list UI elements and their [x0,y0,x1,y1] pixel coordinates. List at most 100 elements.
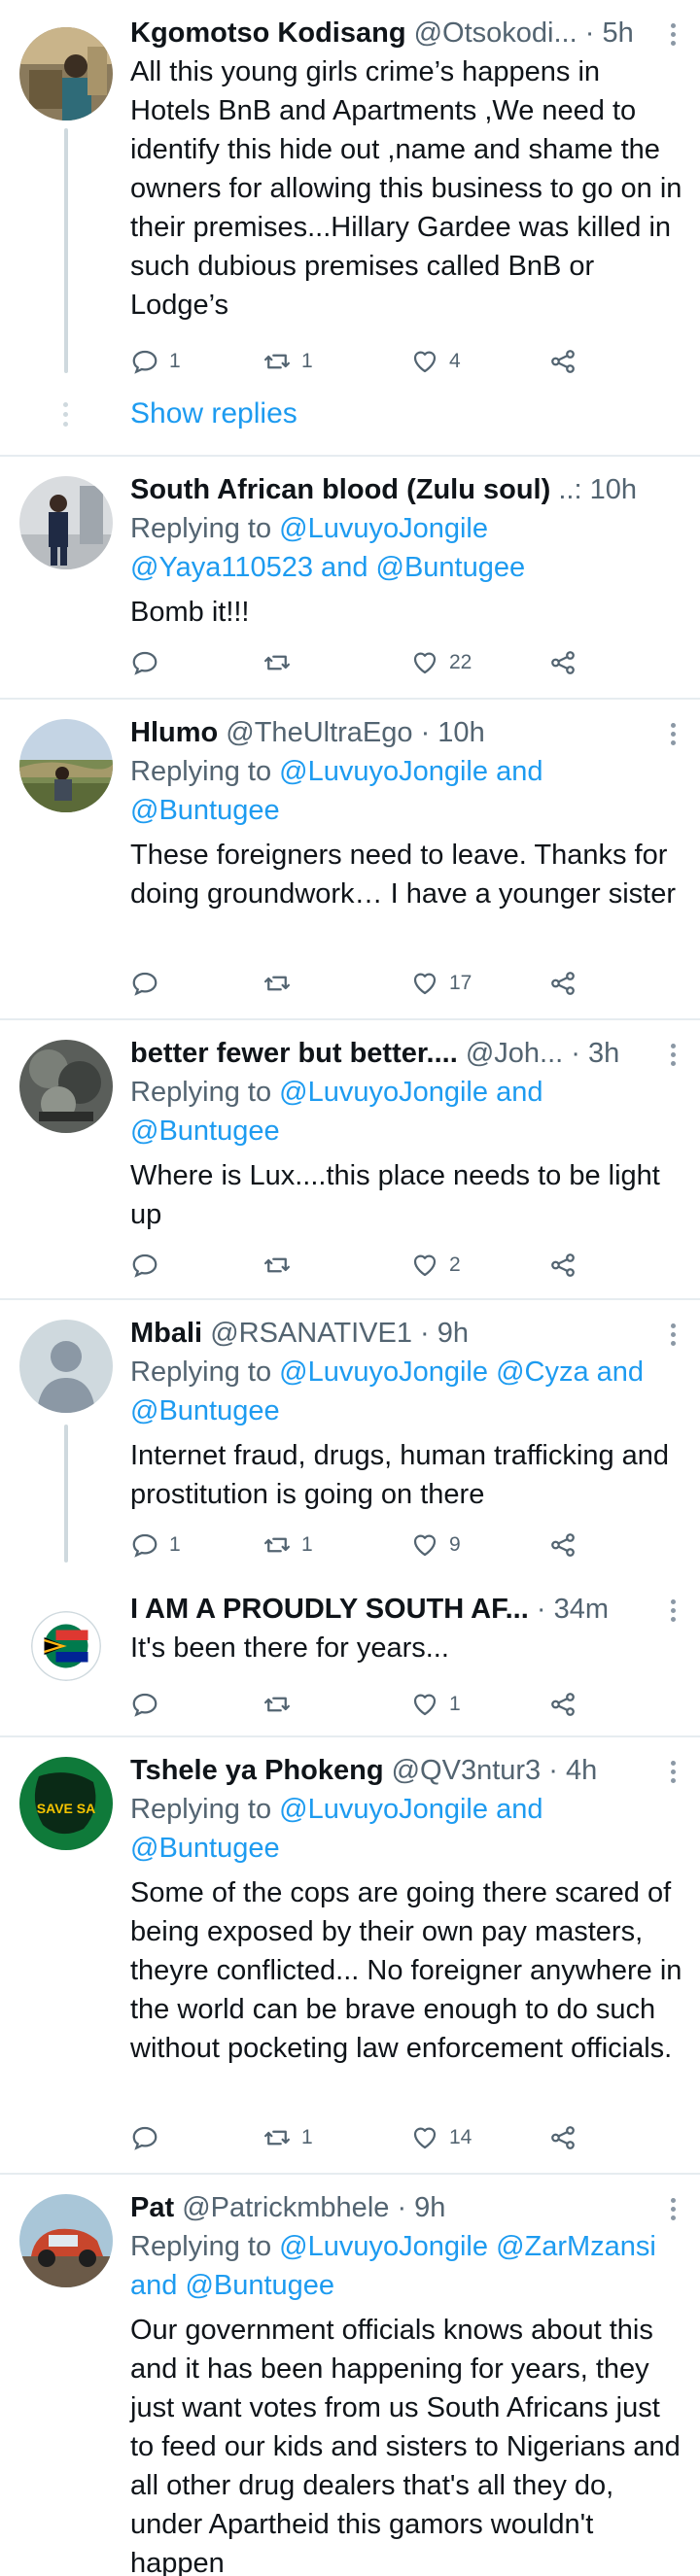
retweet-icon [264,1257,290,1273]
more-options-icon[interactable] [671,23,679,49]
reply-button[interactable] [130,964,159,1003]
retweet-button[interactable]: 1 [262,1526,313,1564]
mention-link[interactable]: @Buntugee [130,1833,280,1864]
mention-link[interactable]: @Buntugee [130,795,280,826]
like-button[interactable]: 2 [410,1246,461,1285]
tweet-text: All this young girls crime’s happens in … [130,56,682,321]
retweet-count: 1 [301,2126,313,2148]
timestamp[interactable]: · 3h [571,1038,619,1069]
reply-button[interactable]: 1 [130,1526,181,1564]
retweet-button[interactable] [262,964,292,1003]
like-button[interactable]: 4 [410,342,461,381]
handle[interactable]: @Otsokodi... [414,17,578,49]
avatar-south-african-blood[interactable] [19,476,113,569]
tweet-proudly-south-african[interactable]: I AM A PROUDLY SOUTH AF... · 34m It's be… [0,1563,700,1735]
more-options-icon[interactable] [671,1761,679,1786]
handle[interactable]: @RSANATIVE1 [210,1318,412,1349]
handle[interactable]: @Joh... [466,1038,563,1069]
reply-button[interactable] [130,2118,159,2157]
retweet-button[interactable] [262,1685,292,1724]
heart-icon [413,1534,437,1557]
tweet-pat[interactable]: Pat @Patrickmbhele · 9h Replying to @Luv… [0,2175,700,2576]
display-name[interactable]: I AM A PROUDLY SOUTH AF... [130,1594,529,1625]
handle[interactable]: @QV3ntur3 [392,1755,542,1786]
timestamp[interactable]: · 34m [537,1594,609,1625]
tweet-mbali[interactable]: Mbali @RSANATIVE1 · 9h Replying to @Luvu… [0,1300,700,1563]
like-button[interactable]: 22 [410,643,472,682]
retweet-button[interactable] [262,643,292,682]
tweet-header: Hlumo @TheUltraEgo · 10h [130,713,681,752]
timestamp[interactable]: · 5h [585,17,634,49]
share-button[interactable] [548,2118,578,2157]
mention-link[interactable]: @LuvuyoJongile and [279,1077,542,1108]
display-name[interactable]: Hlumo [130,717,218,748]
more-options-icon[interactable] [671,1044,679,1069]
like-button[interactable]: 1 [410,1685,461,1724]
show-replies-link[interactable]: Show replies [130,395,298,433]
mention-link[interactable]: @Buntugee [130,1395,280,1426]
reply-button[interactable]: 1 [130,342,181,381]
timestamp[interactable]: 10h [590,474,637,505]
more-options-icon[interactable] [671,1599,679,1625]
handle[interactable]: @Patrickmbhele [182,2192,389,2223]
mention-link[interactable]: @Yaya110523 and @Buntugee [130,552,525,583]
mention-link[interactable]: @LuvuyoJongile @ZarMzansi [279,2231,656,2262]
more-options-icon[interactable] [671,1323,679,1349]
like-button[interactable]: 17 [410,964,472,1003]
tweet-south-african-blood[interactable]: South African blood (Zulu soul) ..: 10h … [0,457,700,698]
mention-link[interactable]: and @Buntugee [130,2270,334,2301]
share-button[interactable] [548,1526,578,1564]
tweet-tshele[interactable]: SAVE SA Tshele ya Phokeng @QV3ntur3 · 4h… [0,1737,700,2173]
share-button[interactable] [548,964,578,1003]
mention-link[interactable]: @LuvuyoJongile [279,513,488,544]
handle[interactable]: ..: [558,474,581,505]
tweet-actions: 1 1 9 [130,1526,597,1564]
avatar-pat[interactable] [19,2194,113,2287]
retweet-button[interactable] [262,1246,292,1285]
timestamp[interactable]: · 10h [421,717,485,748]
display-name[interactable]: Pat [130,2192,174,2223]
tweet-text: It's been there for years... [130,1632,449,1664]
mention-link[interactable]: @LuvuyoJongile @Cyza and [279,1357,644,1388]
display-name[interactable]: South African blood (Zulu soul) [130,474,550,505]
timestamp[interactable]: · 9h [397,2192,445,2223]
tweet-kgomotso[interactable]: Kgomotso Kodisang @Otsokodi... · 5h All … [0,0,700,455]
reply-button[interactable] [130,1246,159,1285]
tweet-header: Mbali @RSANATIVE1 · 9h [130,1314,681,1353]
like-button[interactable]: 14 [410,2118,472,2157]
reply-button[interactable] [130,1685,159,1724]
timestamp[interactable]: · 9h [420,1318,469,1349]
mention-link[interactable]: @LuvuyoJongile and [279,756,542,787]
handle[interactable]: @TheUltraEgo [226,717,412,748]
reply-button[interactable] [130,643,159,682]
retweet-button[interactable]: 1 [262,342,313,381]
share-button[interactable] [548,643,578,682]
display-name[interactable]: better fewer but better.... [130,1038,458,1069]
more-options-icon[interactable] [671,2198,679,2223]
retweet-button[interactable]: 1 [262,2118,313,2157]
timestamp[interactable]: · 4h [548,1755,597,1786]
more-options-icon[interactable] [671,723,679,748]
share-button[interactable] [548,1685,578,1724]
avatar-proudly-south-african[interactable] [31,1611,101,1681]
tweet-text: These foreigners need to leave. Thanks f… [130,840,676,910]
avatar-tshele[interactable]: SAVE SA [19,1757,113,1850]
display-name[interactable]: Kgomotso Kodisang [130,17,406,49]
share-icon [551,350,575,373]
tweet-header: Kgomotso Kodisang @Otsokodi... · 5h [130,14,681,52]
tweet-better-fewer[interactable]: better fewer but better.... @Joh... · 3h… [0,1020,700,1298]
mention-link[interactable]: @Buntugee [130,1116,280,1147]
display-name[interactable]: Tshele ya Phokeng [130,1755,384,1786]
reply-icon [132,350,158,374]
tweet-actions: 1 14 [130,2118,597,2157]
avatar-better-fewer[interactable] [19,1040,113,1133]
mention-link[interactable]: @LuvuyoJongile and [279,1794,542,1825]
tweet-hlumo[interactable]: Hlumo @TheUltraEgo · 10h Replying to @Lu… [0,700,700,1018]
avatar-kgomotso[interactable] [19,27,113,120]
share-button[interactable] [548,1246,578,1285]
avatar-mbali[interactable] [19,1320,113,1413]
display-name[interactable]: Mbali [130,1318,202,1349]
avatar-hlumo[interactable] [19,719,113,812]
share-button[interactable] [548,342,578,381]
like-button[interactable]: 9 [410,1526,461,1564]
